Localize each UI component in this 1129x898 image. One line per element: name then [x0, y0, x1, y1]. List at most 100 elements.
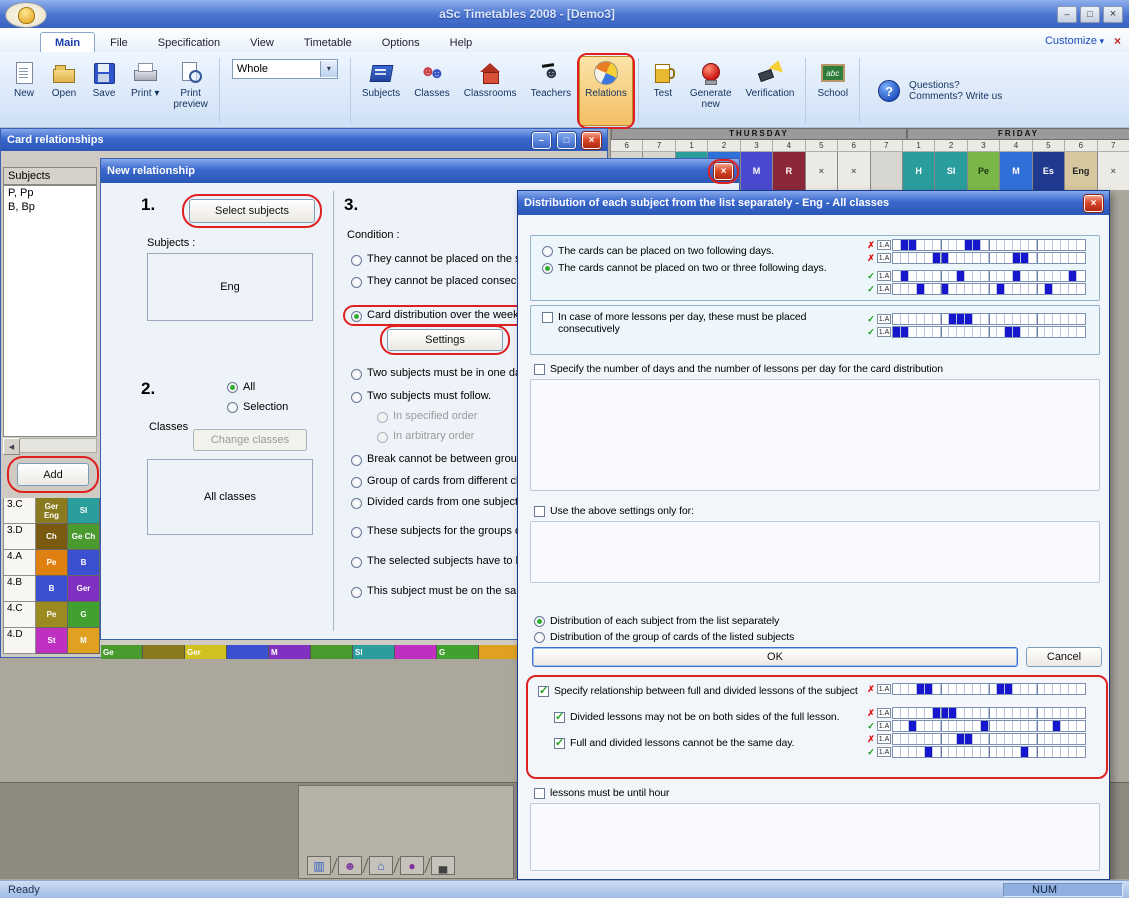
print-button[interactable]: Print ▾	[125, 56, 165, 126]
radio-cards-can-two-days[interactable]: The cards can be placed on two following…	[542, 245, 774, 258]
timetable-card[interactable]: M	[68, 628, 100, 654]
timetable-card[interactable]	[871, 152, 903, 190]
radio-cards-cannot-two-three-days[interactable]: The cards cannot be placed on two or thr…	[542, 262, 827, 275]
classes-button[interactable]: Classes	[408, 56, 456, 126]
view-tab[interactable]: ▥	[307, 856, 331, 875]
subject-list-item[interactable]: B, Bp	[4, 200, 96, 214]
close-icon[interactable]	[1103, 6, 1123, 23]
change-classes-button[interactable]: Change classes	[193, 429, 307, 451]
timetable-card[interactable]: H	[903, 152, 935, 190]
timetable-card[interactable]	[479, 645, 521, 659]
condition-option[interactable]: These subjects for the groups o	[351, 525, 521, 538]
save-button[interactable]: Save	[85, 56, 123, 126]
condition-option[interactable]: Two subjects must be in one da	[351, 367, 521, 380]
condition-option[interactable]: The selected subjects have to b	[351, 555, 522, 568]
tab-specification[interactable]: Specification	[143, 32, 235, 52]
horizontal-scrollbar[interactable]	[3, 438, 97, 453]
subject-list-item[interactable]: P, Pp	[4, 186, 96, 200]
ok-button[interactable]: OK	[532, 647, 1018, 667]
condition-option[interactable]: Card distribution over the week	[351, 309, 519, 322]
tab-file[interactable]: File	[95, 32, 143, 52]
timetable-card[interactable]: SI	[68, 498, 100, 524]
scroll-left-icon[interactable]	[3, 438, 20, 455]
print-preview-button[interactable]: Print preview	[167, 56, 213, 126]
condition-option[interactable]: In specified order	[377, 410, 477, 423]
view-tab[interactable]: ⌂	[369, 856, 393, 875]
checkbox-divided-not-both-sides[interactable]: Divided lessons may not be on both sides…	[554, 711, 840, 724]
checkbox-full-divided-relationship[interactable]: Specify relationship between full and di…	[538, 685, 858, 698]
timetable-card[interactable]: Pe	[36, 550, 68, 576]
timetable-card[interactable]: G	[68, 602, 100, 628]
open-button[interactable]: Open	[45, 56, 83, 126]
settings-button[interactable]: Settings	[387, 329, 503, 351]
close-icon[interactable]	[582, 132, 601, 149]
add-button[interactable]: Add	[17, 463, 89, 486]
tab-main[interactable]: Main	[40, 32, 95, 52]
classrooms-button[interactable]: Classrooms	[458, 56, 523, 126]
condition-option[interactable]: They cannot be placed on the s	[351, 253, 521, 266]
radio-group-of-cards[interactable]: Distribution of the group of cards of th…	[534, 631, 794, 644]
timetable-card[interactable]: Ge Ch	[68, 524, 100, 550]
cancel-button[interactable]: Cancel	[1026, 647, 1102, 667]
new-button[interactable]: New	[5, 56, 43, 126]
scrollbar-track[interactable]	[20, 438, 97, 453]
timetable-card[interactable]: B	[68, 550, 100, 576]
timetable-card[interactable]: Ger	[68, 576, 100, 602]
close-icon[interactable]	[1084, 195, 1103, 212]
condition-option[interactable]: Break cannot be between group	[351, 453, 523, 466]
condition-option[interactable]: Two subjects must follow.	[351, 390, 491, 403]
timetable-card[interactable]: Pe	[36, 602, 68, 628]
maximize-icon[interactable]	[1080, 6, 1100, 23]
checkbox-consecutive[interactable]: In case of more lessons per day, these m…	[542, 311, 858, 335]
questions-button[interactable]: ?Questions? Comments? Write us	[865, 56, 1013, 126]
timetable-card[interactable]: M	[269, 645, 311, 659]
timetable-card[interactable]: Ch	[36, 524, 68, 550]
minimize-icon[interactable]	[1057, 6, 1077, 23]
timetable-card[interactable]: M	[1000, 152, 1032, 190]
view-tab[interactable]: ▄	[431, 856, 455, 875]
minimize-icon[interactable]	[532, 132, 551, 149]
timetable-card[interactable]: B	[36, 576, 68, 602]
timetable-card[interactable]: Sl	[353, 645, 395, 659]
checkbox-full-divided-not-same-day[interactable]: Full and divided lessons cannot be the s…	[554, 737, 794, 750]
maximize-icon[interactable]	[557, 132, 576, 149]
condition-option[interactable]: This subject must be on the sam	[351, 585, 525, 598]
timetable-card[interactable]: Eng	[1065, 152, 1097, 190]
menu-close-icon[interactable]	[1114, 34, 1121, 48]
timetable-card[interactable]: SI	[935, 152, 967, 190]
customize-link[interactable]: Customize	[1045, 35, 1104, 47]
timetable-card[interactable]	[311, 645, 353, 659]
relations-button[interactable]: Relations	[579, 56, 633, 126]
checkbox-use-above[interactable]: Use the above settings only for:	[534, 505, 694, 518]
subjects-button[interactable]: Subjects	[356, 56, 406, 126]
radio-each-subject-separately[interactable]: Distribution of each subject from the li…	[534, 615, 779, 628]
timetable-card[interactable]	[395, 645, 437, 659]
timetable-card[interactable]	[143, 645, 185, 659]
test-button[interactable]: Test	[644, 56, 682, 126]
tab-view[interactable]: View	[235, 32, 289, 52]
timetable-card[interactable]: R	[773, 152, 805, 190]
timetable-card[interactable]	[227, 645, 269, 659]
timetable-card[interactable]: G	[437, 645, 479, 659]
tab-timetable[interactable]: Timetable	[289, 32, 367, 52]
view-selector-dropdown[interactable]: Whole	[232, 59, 338, 79]
condition-option[interactable]: In arbitrary order	[377, 430, 474, 443]
timetable-card[interactable]: Ger	[185, 645, 227, 659]
timetable-card[interactable]: Ger Eng	[36, 498, 68, 524]
timetable-card[interactable]: ×	[838, 152, 870, 190]
timetable-card[interactable]: Ge	[101, 645, 143, 659]
checkbox-specify-days[interactable]: Specify the number of days and the numbe…	[534, 363, 943, 376]
tab-help[interactable]: Help	[435, 32, 488, 52]
school-button[interactable]: abcSchool	[811, 56, 854, 126]
timetable-card[interactable]: ×	[806, 152, 838, 190]
teachers-button[interactable]: Teachers	[525, 56, 578, 126]
verification-button[interactable]: Verification	[740, 56, 801, 126]
timetable-card[interactable]: Es	[1033, 152, 1065, 190]
checkbox-lessons-until-hour[interactable]: lessons must be until hour	[534, 787, 669, 800]
generate-new-button[interactable]: Generate new	[684, 56, 738, 126]
condition-option[interactable]: Group of cards from different cl	[351, 475, 518, 488]
view-tab[interactable]: ●	[400, 856, 424, 875]
radio-selection[interactable]: Selection	[227, 401, 288, 414]
timetable-card[interactable]: ×	[1098, 152, 1129, 190]
select-subjects-button[interactable]: Select subjects	[189, 199, 315, 223]
